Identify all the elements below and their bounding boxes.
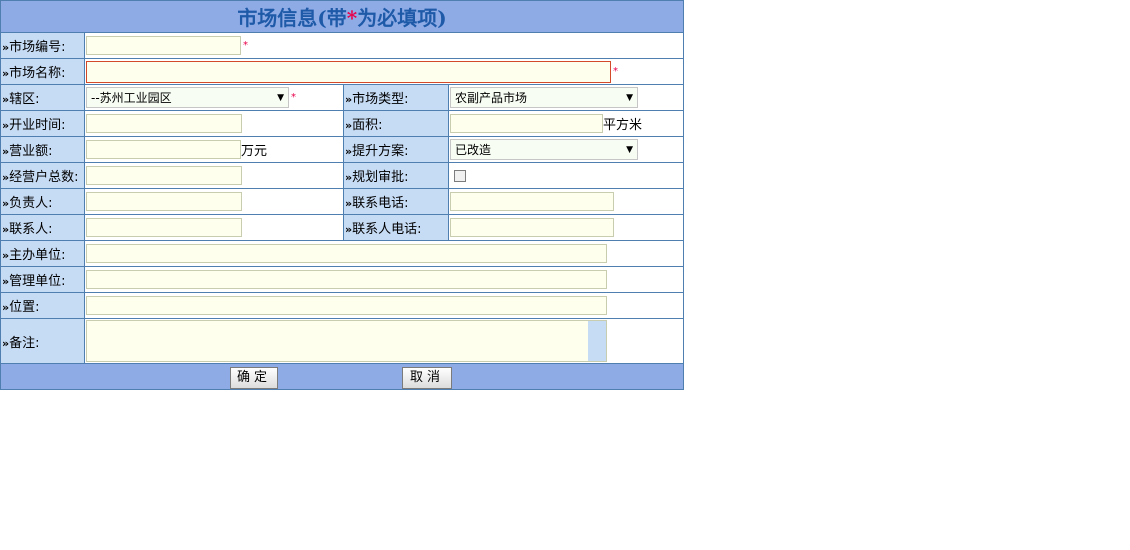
chevron-right-icon: » bbox=[2, 145, 9, 158]
label-open-time: » 开业时间: bbox=[0, 110, 85, 137]
row-sponsor-unit: » 主办单位: bbox=[0, 240, 685, 267]
area-input[interactable] bbox=[450, 114, 603, 133]
chevron-right-icon: » bbox=[2, 93, 9, 106]
row-open-time: » 开业时间: » 面积: 平方米 bbox=[0, 110, 685, 137]
chevron-right-icon: » bbox=[2, 223, 9, 236]
row-location: » 位置: bbox=[0, 292, 685, 319]
label-contact-person: » 联系人: bbox=[0, 214, 85, 241]
chevron-right-icon: » bbox=[345, 171, 352, 184]
area-unit: 平方米 bbox=[603, 118, 643, 133]
form-title-row: 市场信息(带*为必填项) bbox=[0, 0, 685, 33]
location-input[interactable] bbox=[86, 296, 607, 315]
button-row: 确定 取消 bbox=[0, 363, 685, 390]
chevron-right-icon: » bbox=[345, 223, 352, 236]
label-turnover: » 营业额: bbox=[0, 136, 85, 163]
chevron-right-icon: » bbox=[345, 93, 352, 106]
planning-approval-checkbox[interactable] bbox=[454, 169, 466, 182]
required-star: * bbox=[243, 40, 248, 51]
label-area: » 面积: bbox=[343, 110, 449, 137]
label-market-name: » 市场名称: bbox=[0, 58, 85, 85]
cancel-button[interactable]: 取消 bbox=[402, 367, 452, 389]
form-title: 市场信息(带*为必填项) bbox=[0, 0, 685, 33]
label-location: » 位置: bbox=[0, 292, 85, 319]
chevron-right-icon: » bbox=[345, 197, 352, 210]
label-merchant-count: » 经营户总数: bbox=[0, 162, 85, 189]
turnover-input[interactable] bbox=[86, 140, 241, 159]
label-planning-approval: » 规划审批: bbox=[343, 162, 449, 189]
contact-phone-input[interactable] bbox=[450, 192, 614, 211]
required-star: * bbox=[613, 66, 618, 77]
title-prefix: 市场信息(带 bbox=[237, 6, 347, 30]
chevron-right-icon: » bbox=[2, 197, 9, 210]
row-market-no: » 市场编号: * bbox=[0, 32, 685, 59]
label-market-no: » 市场编号: bbox=[0, 32, 85, 59]
required-star: * bbox=[291, 92, 296, 103]
market-no-input[interactable] bbox=[86, 36, 241, 55]
row-management-unit: » 管理单位: bbox=[0, 266, 685, 293]
label-market-type: » 市场类型: bbox=[343, 84, 449, 111]
label-remarks: » 备注: bbox=[0, 318, 85, 364]
turnover-unit: 万元 bbox=[241, 144, 268, 159]
textarea-scrollbar[interactable] bbox=[588, 321, 606, 361]
chevron-right-icon: » bbox=[2, 336, 9, 350]
row-merchant-count: » 经营户总数: » 规划审批: bbox=[0, 162, 685, 189]
chevron-right-icon: » bbox=[2, 67, 9, 80]
remarks-textarea[interactable] bbox=[86, 320, 607, 362]
title-suffix: 为必填项) bbox=[357, 6, 447, 30]
chevron-right-icon: » bbox=[345, 119, 352, 132]
management-unit-input[interactable] bbox=[86, 270, 607, 289]
row-turnover: » 营业额: 万元 » 提升方案: 已改造 ▼ bbox=[0, 136, 685, 163]
contact-person-phone-input[interactable] bbox=[450, 218, 614, 237]
market-type-select[interactable]: 农副产品市场 ▼ bbox=[450, 87, 638, 108]
dropdown-arrow-icon: ▼ bbox=[626, 92, 633, 103]
chevron-right-icon: » bbox=[345, 145, 352, 158]
market-name-input[interactable] bbox=[86, 60, 611, 83]
label-district: » 辖区: bbox=[0, 84, 85, 111]
chevron-right-icon: » bbox=[2, 301, 9, 314]
sponsor-unit-input[interactable] bbox=[86, 244, 607, 263]
row-market-name: » 市场名称: * bbox=[0, 58, 685, 85]
district-select[interactable]: --苏州工业园区 ▼ bbox=[86, 87, 289, 108]
label-upgrade-plan: » 提升方案: bbox=[343, 136, 449, 163]
market-info-form: 市场信息(带*为必填项) » 市场编号: * » 市场名称: * » 辖区: --苏州… bbox=[0, 0, 685, 390]
dropdown-arrow-icon: ▼ bbox=[626, 144, 633, 155]
dropdown-arrow-icon: ▼ bbox=[277, 92, 284, 103]
chevron-right-icon: » bbox=[2, 41, 9, 54]
upgrade-plan-select[interactable]: 已改造 ▼ bbox=[450, 139, 638, 160]
label-person-in-charge: » 负责人: bbox=[0, 188, 85, 215]
merchant-count-input[interactable] bbox=[86, 166, 242, 185]
row-person-in-charge: » 负责人: » 联系电话: bbox=[0, 188, 685, 215]
label-contact-phone: » 联系电话: bbox=[343, 188, 449, 215]
person-in-charge-input[interactable] bbox=[86, 192, 242, 211]
row-district: » 辖区: --苏州工业园区 ▼ * » 市场类型: 农副产品市场 ▼ bbox=[0, 84, 685, 111]
label-sponsor-unit: » 主办单位: bbox=[0, 240, 85, 267]
confirm-button[interactable]: 确定 bbox=[230, 367, 278, 389]
label-management-unit: » 管理单位: bbox=[0, 266, 85, 293]
row-remarks: » 备注: bbox=[0, 318, 685, 364]
label-contact-person-phone: » 联系人电话: bbox=[343, 214, 449, 241]
chevron-right-icon: » bbox=[2, 249, 9, 262]
chevron-right-icon: » bbox=[2, 171, 9, 184]
title-required-star: * bbox=[346, 6, 358, 30]
chevron-right-icon: » bbox=[2, 275, 9, 288]
open-time-input[interactable] bbox=[86, 114, 242, 133]
contact-person-input[interactable] bbox=[86, 218, 242, 237]
row-contact-person: » 联系人: » 联系人电话: bbox=[0, 214, 685, 241]
chevron-right-icon: » bbox=[2, 119, 9, 132]
